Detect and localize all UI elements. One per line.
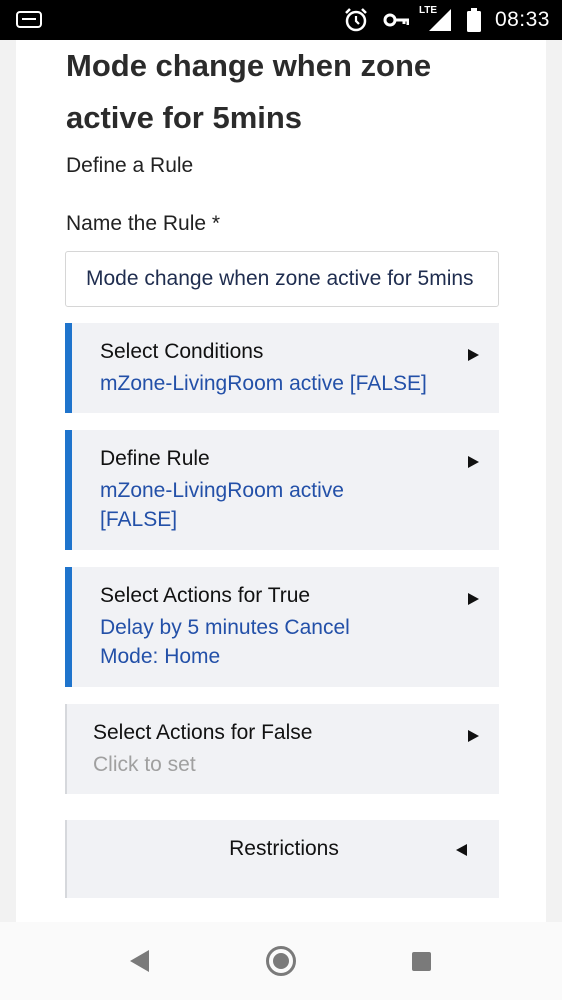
restrictions-label: Restrictions (229, 837, 339, 860)
home-icon[interactable] (266, 946, 296, 976)
actions-true-section[interactable]: Select Actions for True Delay by 5 minut… (65, 567, 499, 687)
section-title: Select Conditions (100, 340, 264, 363)
select-conditions-section[interactable]: Select Conditions mZone-LivingRoom activ… (65, 323, 499, 413)
rule-editor-page: Mode change when zone active for 5mins D… (16, 40, 546, 922)
page-title: Mode change when zone active for 5mins (66, 48, 432, 135)
section-value: mZone-LivingRoom active [FALSE] (100, 479, 344, 531)
navigation-bar (0, 922, 562, 1000)
rule-name-input[interactable] (65, 251, 499, 307)
expand-arrow-icon (468, 730, 479, 742)
section-value: mZone-LivingRoom active [FALSE] (100, 372, 427, 395)
alarm-icon (343, 7, 369, 33)
section-value: Click to set (93, 753, 196, 776)
section-value: Delay by 5 minutes Cancel Mode: Home (100, 616, 350, 668)
lte-label: LTE (418, 5, 438, 16)
restrictions-section[interactable]: Restrictions (65, 820, 499, 898)
actions-false-section[interactable]: Select Actions for False Click to set (65, 704, 499, 794)
rule-name-label: Name the Rule * (66, 212, 221, 235)
expand-arrow-icon (468, 456, 479, 468)
status-bar: LTE 08:33 (0, 0, 562, 40)
battery-icon (466, 8, 481, 32)
expand-arrow-icon (468, 593, 479, 605)
lte-signal-icon: LTE (419, 5, 453, 33)
status-icons: LTE 08:33 (343, 0, 550, 40)
section-title: Select Actions for True (100, 584, 311, 607)
clock: 08:33 (494, 8, 550, 31)
recent-apps-icon[interactable] (412, 952, 431, 971)
collapse-arrow-icon (456, 844, 467, 856)
notification-icon (16, 11, 42, 28)
back-icon[interactable] (130, 950, 149, 972)
section-title: Define Rule (100, 447, 210, 470)
define-rule-section[interactable]: Define Rule mZone-LivingRoom active [FAL… (65, 430, 499, 550)
vpn-key-icon (383, 10, 409, 30)
page-subtitle: Define a Rule (66, 154, 194, 177)
expand-arrow-icon (468, 349, 479, 361)
section-title: Select Actions for False (93, 721, 313, 744)
